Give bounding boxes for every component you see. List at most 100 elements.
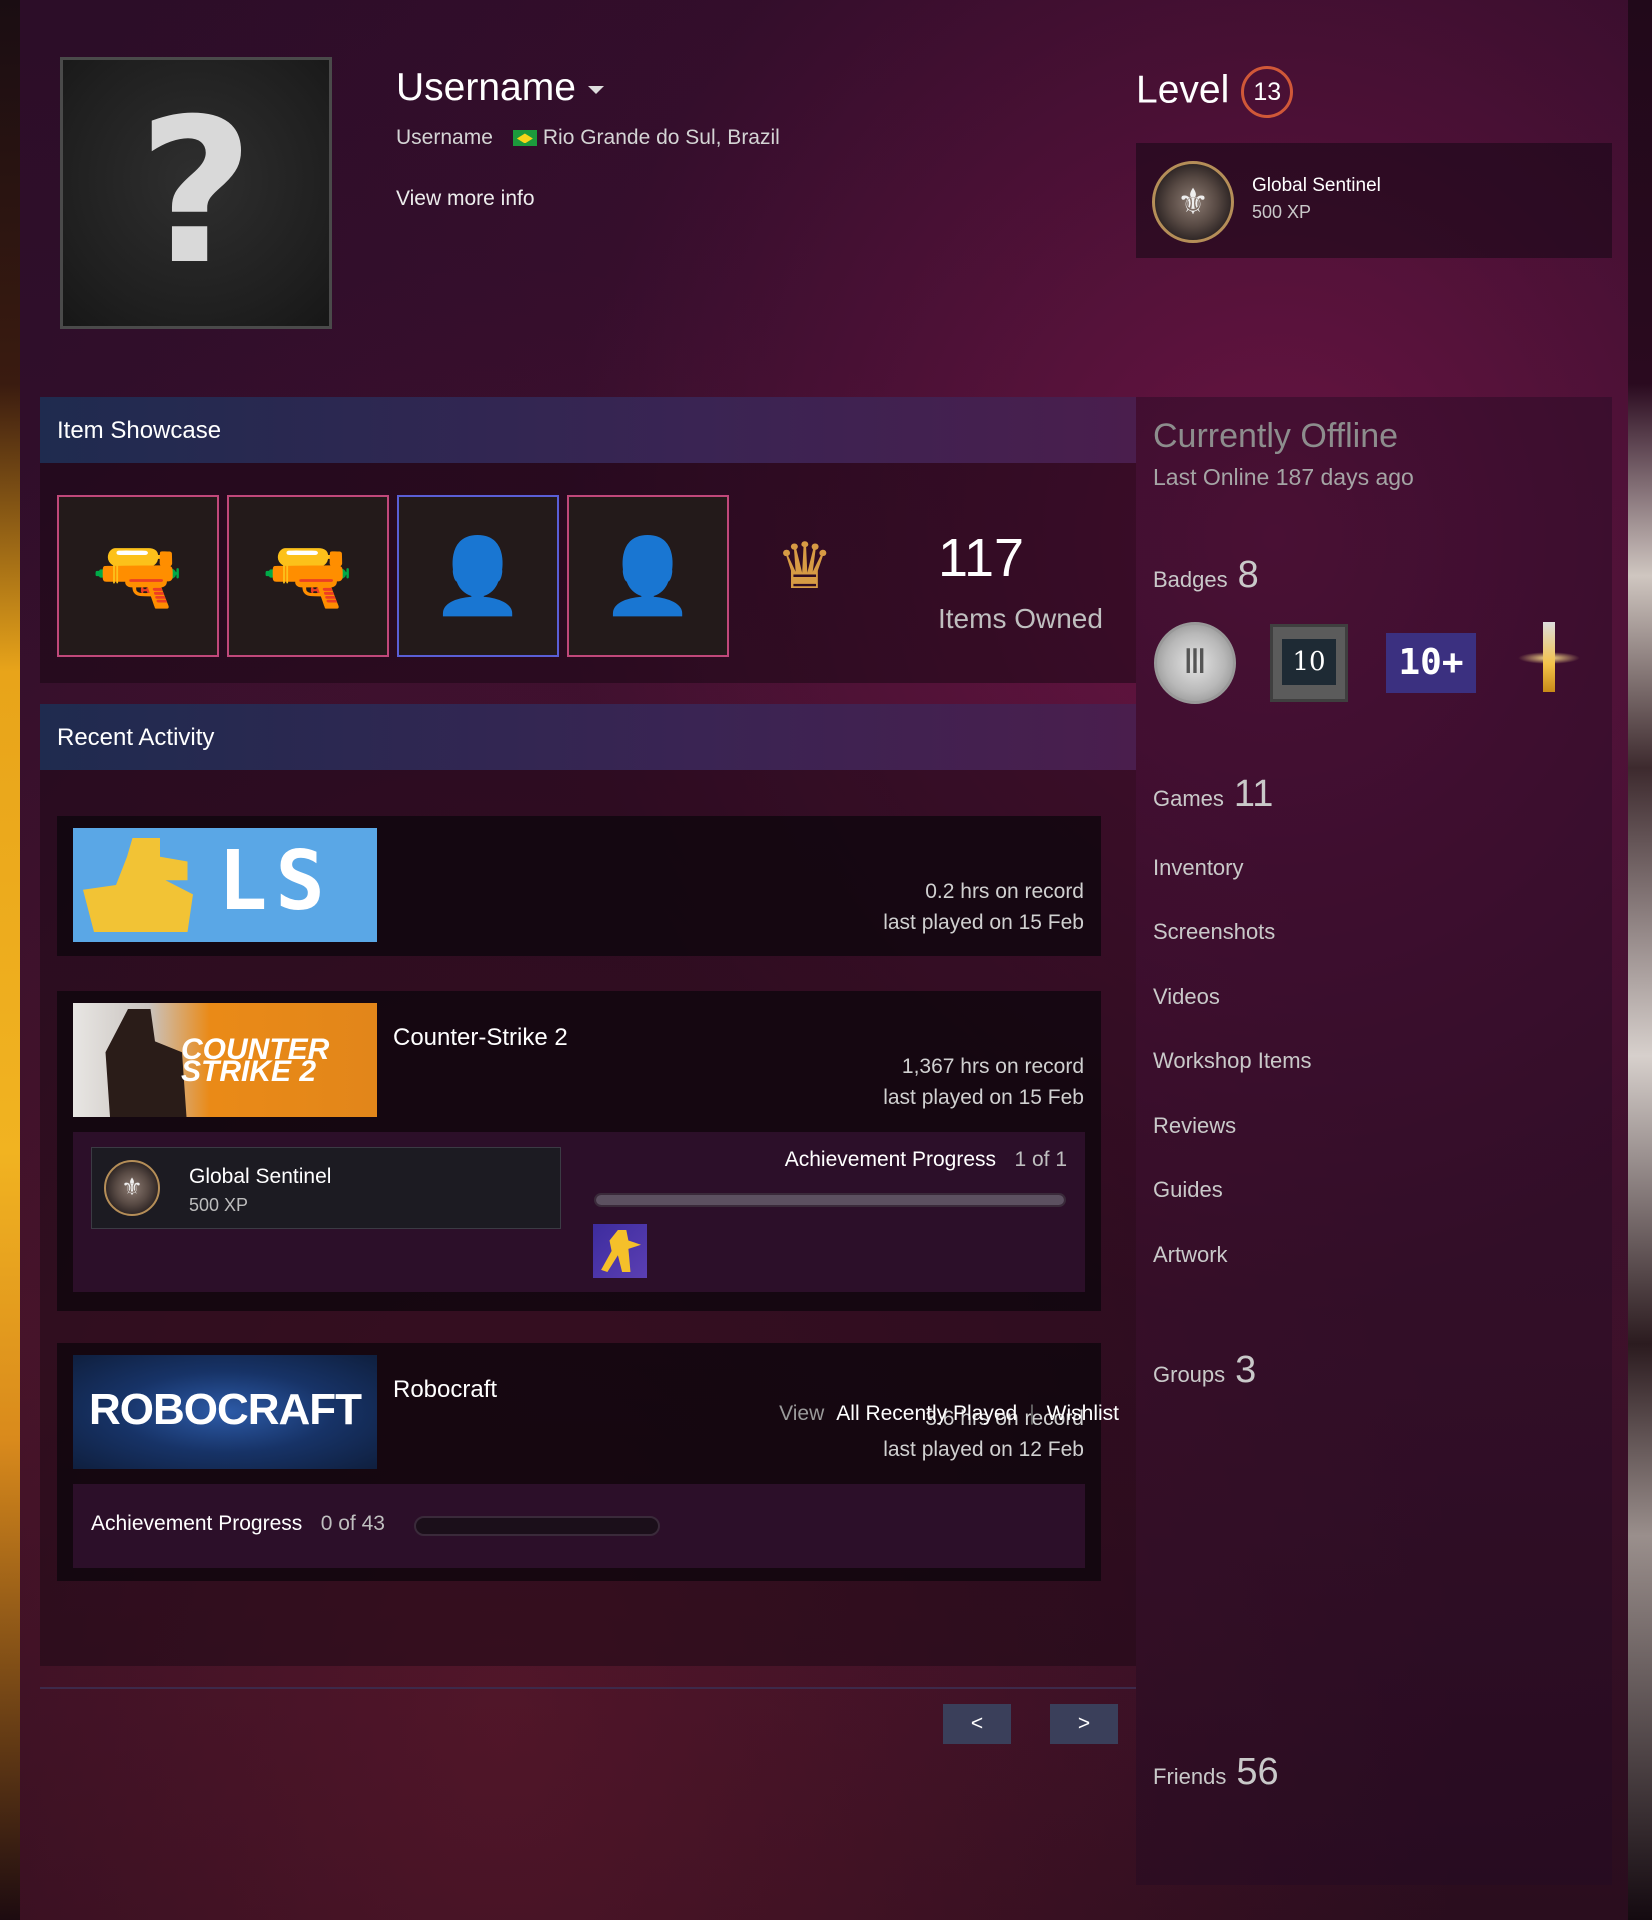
separator: |	[1029, 1402, 1035, 1425]
prev-page-button[interactable]: <	[943, 1704, 1011, 1744]
badges-label: Badges	[1153, 567, 1228, 592]
groups-link[interactable]: Groups 3	[1153, 1349, 1256, 1392]
global-sentinel-medal-icon: ⚜	[1152, 161, 1234, 243]
soldier-agent-icon: 👤	[431, 534, 525, 617]
game-row: ROBOCRAFT Robocraft 3.6 hrs on record la…	[57, 1343, 1101, 1581]
years-10-plus-badge-icon[interactable]: 10+	[1386, 633, 1476, 693]
profile-sidebar: Currently Offline Last Online 187 days a…	[1136, 397, 1612, 1885]
achievement-box: Achievement Progress 0 of 43	[73, 1484, 1085, 1568]
desert-eagle-pistol-icon: 🔫	[91, 534, 185, 617]
artwork-link[interactable]: Artwork	[1153, 1242, 1228, 1268]
profile-page: ? Username Username Rio Grande do Sul, Br…	[20, 0, 1628, 1920]
featured-badge[interactable]: ⚜ Global Sentinel 500 XP	[1136, 143, 1612, 258]
background-right-art	[1628, 0, 1652, 1920]
reviews-link[interactable]: Reviews	[1153, 1113, 1236, 1139]
item-showcase-title: Item Showcase	[57, 417, 222, 444]
achievement-progress-count: 1 of 1	[1014, 1148, 1067, 1171]
game-row: LS 0.2 hrs on record last played on 15 F…	[57, 816, 1101, 956]
crowned-skull-icon: ♛	[776, 530, 834, 602]
divider	[40, 1687, 1136, 1689]
game-capsule[interactable]: ROBOCRAFT	[73, 1355, 377, 1469]
recent-activity-footer: View All Recently Played | Wishlist	[779, 1402, 1119, 1426]
item-showcase-body: 🔫 🔫 👤 👤 ♛ 117 Items Owned	[40, 463, 1136, 683]
featured-badge-name: Global Sentinel	[1252, 175, 1381, 196]
badges-link[interactable]: Badges 8	[1153, 554, 1259, 597]
running-soldier-icon	[601, 1230, 641, 1272]
achievement-progress-fill	[596, 1195, 1064, 1205]
inventory-link[interactable]: Inventory	[1153, 855, 1244, 881]
games-count: 11	[1233, 773, 1274, 815]
game-name[interactable]: Counter-Strike 2	[393, 1024, 568, 1052]
game-capsule[interactable]: LS	[73, 828, 377, 942]
items-owned-count[interactable]: 117	[938, 527, 1024, 589]
next-page-button[interactable]: >	[1050, 1704, 1118, 1744]
achievement-item-xp: 500 XP	[189, 1195, 249, 1215]
showcase-slot[interactable]: 🔫	[57, 495, 219, 657]
friends-label: Friends	[1153, 1764, 1227, 1789]
showcase-slot[interactable]: 🔫	[227, 495, 389, 657]
screenshots-link[interactable]: Screenshots	[1153, 919, 1275, 945]
level-badge[interactable]: 13	[1241, 66, 1294, 118]
badge-number: 10	[1282, 639, 1336, 685]
silenced-pistol-icon: 🔫	[261, 534, 355, 617]
capsule-text: LS	[218, 834, 333, 929]
games-link[interactable]: Games 11	[1153, 773, 1273, 816]
hours-on-record: 0.2 hrs on record	[925, 880, 1084, 903]
question-mark-icon: ?	[137, 76, 254, 309]
achievement-progress-heading: Achievement Progress 1 of 1	[785, 1148, 1067, 1172]
level-header: Level 13	[1136, 66, 1294, 118]
items-owned-label[interactable]: Items Owned	[938, 603, 1103, 635]
last-played: last played on 12 Feb	[883, 1438, 1084, 1461]
soldier-silhouette-icon	[105, 1009, 187, 1117]
game-row: COUNTER STRIKE 2 Counter-Strike 2 1,367 …	[57, 991, 1101, 1311]
game-capsule[interactable]: COUNTER STRIKE 2	[73, 1003, 377, 1117]
last-played: last played on 15 Feb	[883, 911, 1084, 934]
last-online: Last Online 187 days ago	[1153, 464, 1414, 490]
background-left-art	[0, 0, 20, 1920]
location: Rio Grande do Sul, Brazil	[542, 126, 780, 149]
groups-count: 3	[1235, 1349, 1257, 1391]
featured-badge-xp: 500 XP	[1252, 202, 1312, 222]
recent-activity-title: Recent Activity	[57, 724, 215, 751]
achievement-icon[interactable]	[593, 1224, 647, 1278]
game-hours: 0.2 hrs on record last played on 15 Feb	[883, 876, 1084, 938]
avatar[interactable]: ?	[60, 57, 332, 329]
view-label: View	[779, 1402, 825, 1425]
achievement-progress-bar	[414, 1516, 660, 1536]
recent-activity-body: LS 0.2 hrs on record last played on 15 F…	[40, 770, 1136, 1666]
real-name: Username	[396, 126, 493, 149]
online-status: Currently Offline	[1153, 417, 1399, 455]
caret-down-icon	[587, 85, 604, 94]
item-showcase-header: Item Showcase	[40, 397, 1136, 463]
pillar-coin-badge-icon[interactable]: Ⅲ	[1154, 622, 1236, 704]
all-recently-played-link[interactable]: All Recently Played	[836, 1402, 1017, 1425]
videos-link[interactable]: Videos	[1153, 984, 1220, 1010]
global-sentinel-medal-icon: ⚜	[104, 1160, 160, 1216]
game-name[interactable]: Robocraft	[393, 1376, 497, 1404]
sword-blade	[1543, 622, 1555, 692]
friends-link[interactable]: Friends 56	[1153, 1751, 1279, 1794]
showcase-slot[interactable]: 👤	[567, 495, 729, 657]
showcase-slot[interactable]: 👤	[397, 495, 559, 657]
guides-link[interactable]: Guides	[1153, 1177, 1223, 1203]
duck-icon	[83, 838, 193, 932]
service-medal-10-badge-icon[interactable]: 10	[1270, 624, 1348, 702]
golden-sword-badge-icon[interactable]	[1508, 622, 1590, 704]
achievement-item-name: Global Sentinel	[189, 1165, 332, 1188]
mercenary-agent-icon: 👤	[601, 534, 695, 617]
brazil-flag-icon	[512, 130, 537, 147]
groups-label: Groups	[1153, 1362, 1226, 1387]
view-more-info-link[interactable]: View more info	[396, 187, 535, 211]
achievement-progress-count: 0 of 43	[320, 1512, 385, 1535]
achievement-progress-label: Achievement Progress	[91, 1512, 303, 1535]
achievement-box: ⚜ Global Sentinel 500 XP Achievement Pro…	[73, 1132, 1085, 1292]
achievement-progress-bar	[594, 1193, 1066, 1207]
workshop-items-link[interactable]: Workshop Items	[1153, 1048, 1312, 1074]
level-label: Level	[1136, 68, 1230, 112]
achievement-progress-heading: Achievement Progress 0 of 43	[91, 1512, 385, 1536]
achievement-item[interactable]: ⚜ Global Sentinel 500 XP	[91, 1147, 561, 1229]
persona-name-dropdown[interactable]: Username	[396, 66, 604, 110]
games-label: Games	[1153, 786, 1224, 811]
hours-on-record: 1,367 hrs on record	[901, 1055, 1084, 1078]
wishlist-link[interactable]: Wishlist	[1047, 1402, 1119, 1425]
